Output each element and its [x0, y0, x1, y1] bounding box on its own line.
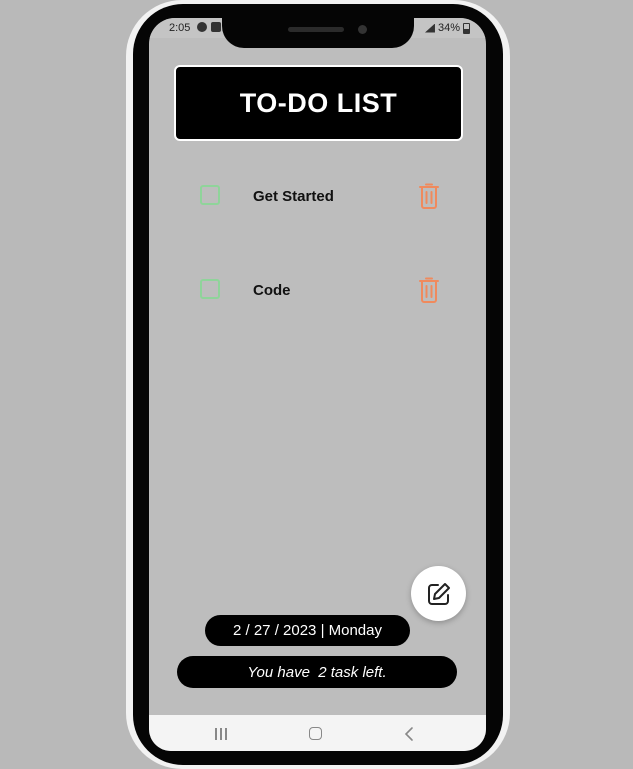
status-right: 34%: [424, 22, 470, 34]
trash-icon[interactable]: [417, 182, 441, 210]
home-button[interactable]: [309, 727, 322, 740]
status-time: 2:05: [169, 22, 191, 34]
title-card: TO-DO LIST: [174, 65, 463, 141]
task-item: Code: [149, 276, 486, 306]
page-title: TO-DO LIST: [239, 87, 398, 118]
page: 2:05 34% TO-DO LIST Get Started Code 2 /…: [0, 0, 633, 769]
back-button[interactable]: [403, 726, 417, 742]
task-checkbox[interactable]: [200, 279, 220, 299]
signal-icon: [424, 23, 435, 33]
app-screen: 2:05 34% TO-DO LIST Get Started Code 2 /…: [149, 18, 486, 751]
tasks-left-badge: You have 2 task left.: [177, 656, 457, 688]
add-task-button[interactable]: [411, 566, 466, 621]
notification-icon: [197, 22, 207, 32]
trash-icon[interactable]: [417, 276, 441, 304]
battery-percent: 34%: [437, 22, 460, 34]
front-camera: [358, 25, 367, 34]
date-badge: 2 / 27 / 2023 | Monday: [205, 615, 410, 646]
android-nav-bar: [149, 715, 486, 751]
task-checkbox[interactable]: [200, 185, 220, 205]
task-label: Get Started: [253, 188, 334, 205]
battery-icon: [463, 22, 470, 34]
edit-icon: [427, 582, 450, 605]
task-item: Get Started: [149, 182, 486, 212]
recents-button[interactable]: [215, 728, 229, 740]
task-label: Code: [253, 282, 291, 299]
gallery-icon: [211, 22, 221, 32]
camera-notch: [222, 4, 414, 48]
speaker-grille: [288, 27, 344, 32]
